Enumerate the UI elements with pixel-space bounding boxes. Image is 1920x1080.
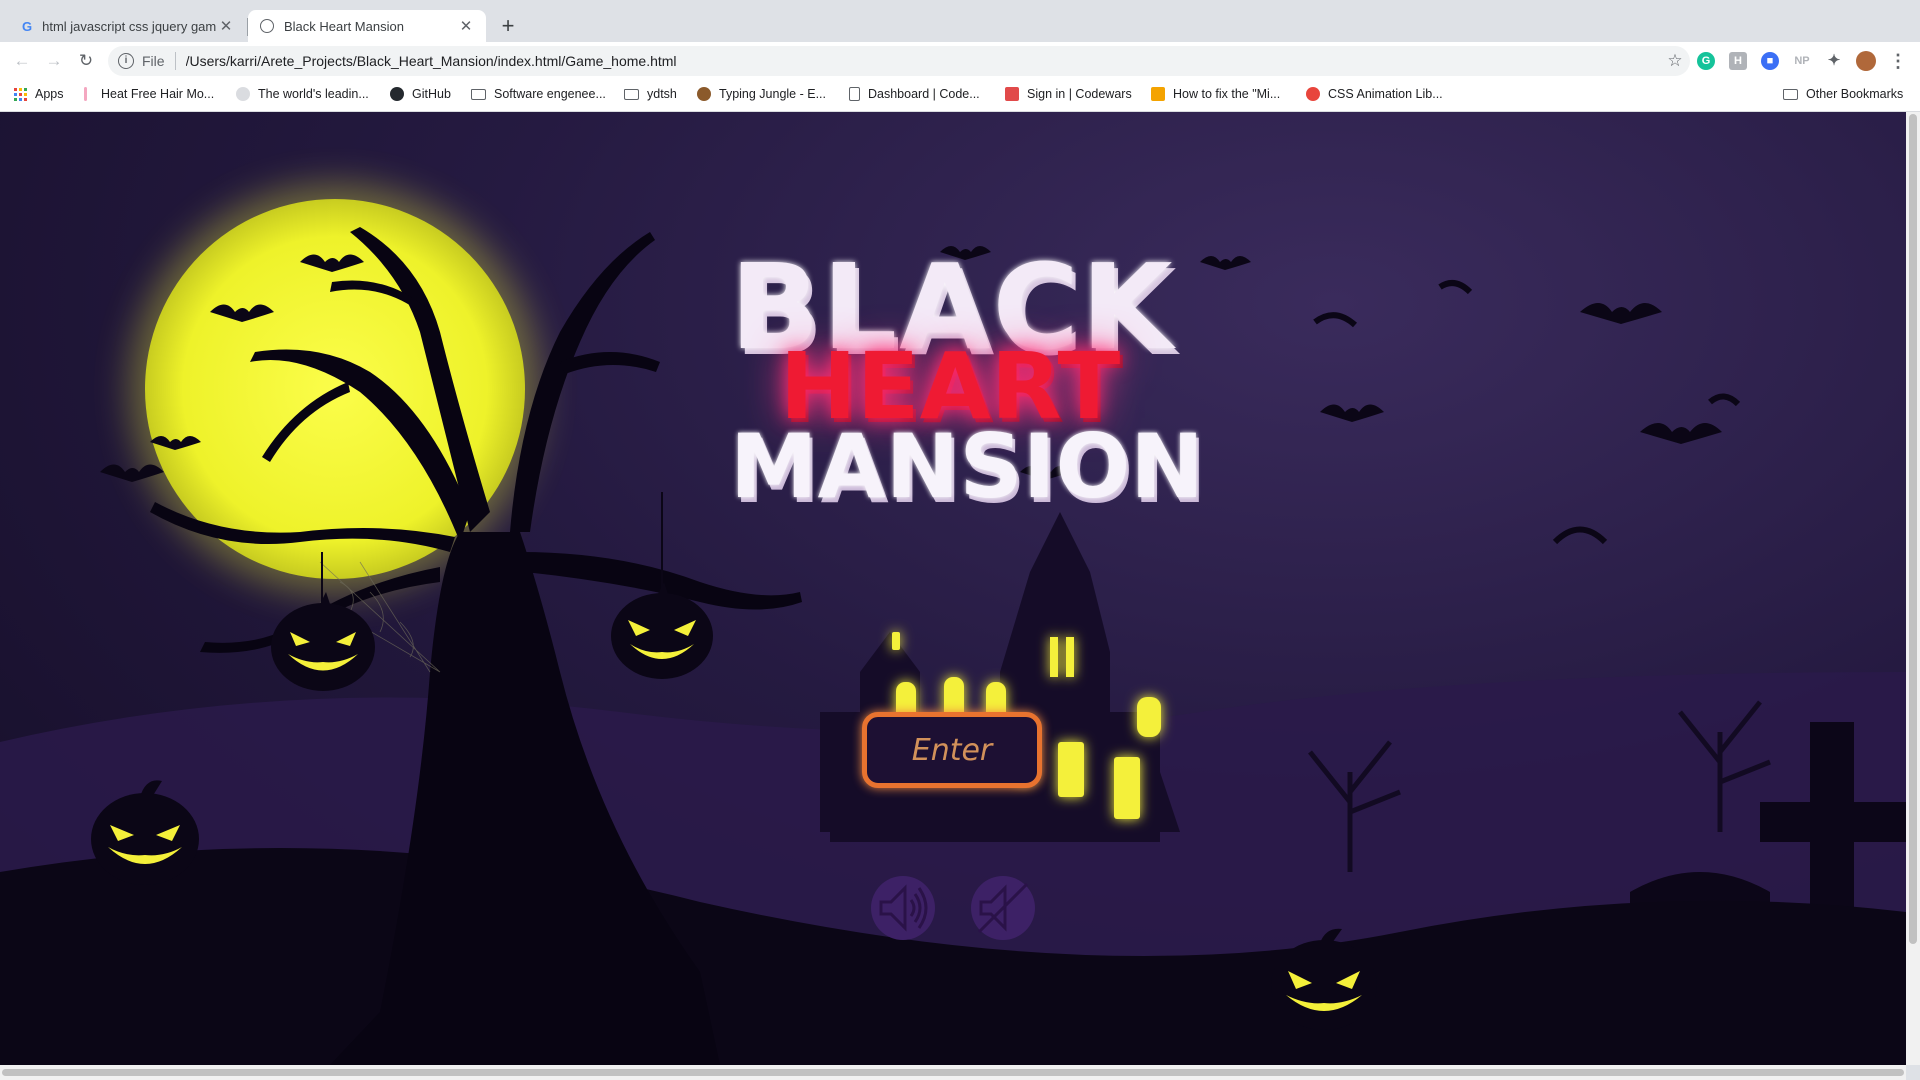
bookmark-codewars[interactable]: Sign in | Codewars	[1005, 87, 1132, 101]
new-tab-button[interactable]: +	[494, 12, 522, 40]
bookmark-other-bookmarks[interactable]: Other Bookmarks	[1783, 87, 1903, 101]
extension-blue-icon[interactable]: ■	[1761, 52, 1779, 70]
bookmark-apps[interactable]: Apps	[14, 87, 64, 101]
url-text[interactable]: /Users/karri/Arete_Projects/Black_Heart_…	[186, 53, 1660, 69]
close-tab-icon[interactable]: ✕	[458, 17, 474, 35]
info-icon[interactable]: i	[118, 53, 134, 69]
bookmark-ydtsh-folder[interactable]: ydtsh	[624, 87, 677, 101]
reload-button[interactable]: ↻	[72, 47, 100, 75]
bookmark-label: Sign in | Codewars	[1027, 87, 1132, 101]
address-bar[interactable]: i File /Users/karri/Arete_Projects/Black…	[108, 46, 1690, 76]
bookmark-label: ydtsh	[647, 87, 677, 101]
bookmark-css-animation[interactable]: CSS Animation Lib...	[1306, 87, 1443, 101]
sound-mute-button[interactable]	[971, 876, 1035, 940]
jack-o-lantern	[610, 582, 714, 680]
bookmark-pink-icon	[84, 87, 87, 101]
back-button[interactable]: ←	[8, 47, 36, 75]
horizontal-scrollbar[interactable]	[0, 1065, 1906, 1080]
tab-google-search[interactable]: G html javascript css jquery gam ✕	[10, 10, 246, 42]
bookmark-label: CSS Animation Lib...	[1328, 87, 1443, 101]
tab-title: html javascript css jquery gam	[42, 18, 217, 34]
menu-icon[interactable]: ⋮	[1889, 52, 1907, 70]
bookmark-label: Apps	[35, 87, 64, 101]
bookmarks-bar: Apps Heat Free Hair Mo... The world's le…	[0, 80, 1920, 112]
document-icon	[849, 87, 860, 101]
bookmark-label: Dashboard | Code...	[868, 87, 980, 101]
speaker-mute-icon	[977, 882, 1029, 934]
speaker-on-icon	[879, 884, 928, 932]
title-mansion: MANSION	[730, 415, 1204, 518]
bookmark-how-to-fix[interactable]: How to fix the "Mi...	[1151, 87, 1280, 101]
avatar-icon[interactable]	[1856, 51, 1876, 71]
bookmark-label: Other Bookmarks	[1806, 87, 1904, 101]
extension-h-icon[interactable]: H	[1729, 52, 1747, 70]
bookmark-label: How to fix the "Mi...	[1173, 87, 1281, 101]
game-home-page: BLACK HEART MANSION Enter	[0, 112, 1906, 1065]
bookmark-label: Heat Free Hair Mo...	[101, 87, 215, 101]
bookmark-heat-free-hair[interactable]: Heat Free Hair Mo...	[84, 87, 214, 101]
vertical-scrollbar[interactable]	[1906, 112, 1920, 1065]
google-g-icon: G	[22, 18, 33, 34]
url-scheme: File	[142, 53, 165, 69]
bookmark-label: Typing Jungle - E...	[719, 87, 827, 101]
github-icon	[390, 87, 404, 101]
folder-icon	[1783, 88, 1798, 100]
globe-icon	[260, 19, 274, 33]
sound-on-button[interactable]	[871, 876, 935, 940]
jack-o-lantern	[90, 777, 200, 887]
forward-button[interactable]: →	[40, 47, 68, 75]
monkey-icon	[697, 87, 711, 101]
enter-button[interactable]: Enter	[862, 712, 1042, 788]
grammarly-icon[interactable]: G	[1697, 52, 1715, 70]
stackoverflow-icon	[1151, 87, 1165, 101]
tab-strip: G html javascript css jquery gam ✕ Black…	[0, 0, 1920, 42]
bookmark-label: GitHub	[412, 87, 451, 101]
scrollbar-thumb[interactable]	[1909, 114, 1917, 944]
bookmark-label: The world's leadin...	[258, 87, 369, 101]
folder-icon	[471, 88, 486, 100]
puzzle-icon[interactable]: ✦	[1825, 52, 1843, 70]
toolbar: ← → ↻ i File /Users/karri/Arete_Projects…	[0, 42, 1920, 80]
tab-black-heart-mansion[interactable]: Black Heart Mansion ✕	[248, 10, 486, 42]
bookmark-worlds-leading[interactable]: The world's leadin...	[236, 87, 369, 101]
codewars-icon	[1005, 87, 1019, 101]
apps-grid-icon	[14, 87, 27, 101]
scheme-divider	[174, 52, 176, 70]
folder-icon	[624, 88, 639, 100]
bookmark-dashboard-code[interactable]: Dashboard | Code...	[849, 87, 980, 101]
animation-icon	[1306, 87, 1320, 101]
scrollbar-thumb[interactable]	[2, 1069, 1904, 1076]
close-tab-icon[interactable]: ✕	[218, 17, 234, 35]
bookmark-label: Software engenee...	[494, 87, 606, 101]
bookmark-github[interactable]: GitHub	[390, 87, 451, 101]
jack-o-lantern	[270, 592, 376, 692]
tab-title: Black Heart Mansion	[284, 18, 404, 34]
extension-np-icon[interactable]: NP	[1791, 52, 1813, 70]
bookmark-typing-jungle[interactable]: Typing Jungle - E...	[697, 87, 826, 101]
bookmark-star-icon[interactable]: ☆	[1660, 51, 1690, 71]
github-icon-light	[236, 87, 250, 101]
bookmark-software-engineering-folder[interactable]: Software engenee...	[471, 87, 606, 101]
jack-o-lantern	[1270, 927, 1378, 1031]
browser-window: G html javascript css jquery gam ✕ Black…	[0, 0, 1920, 1080]
game-title: BLACK HEART MANSION	[730, 247, 1204, 515]
